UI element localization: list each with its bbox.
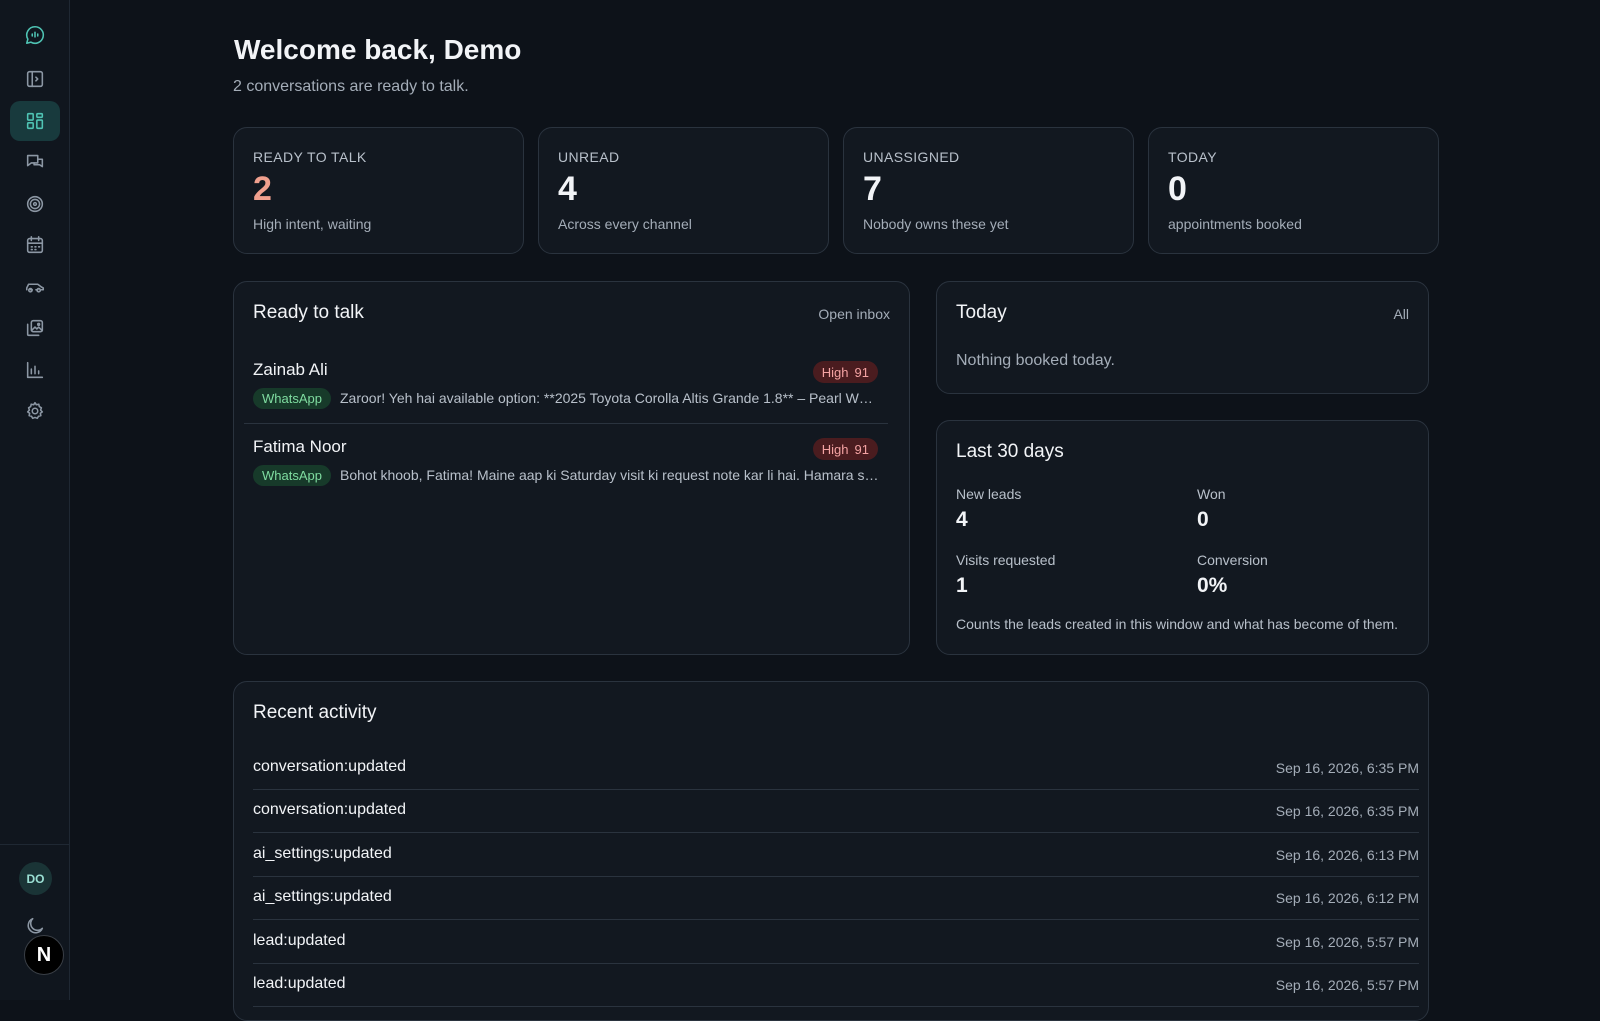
moon-icon[interactable] — [24, 915, 46, 937]
channel-badge: WhatsApp — [253, 465, 331, 486]
stat-description: Across every channel — [558, 216, 692, 232]
stat-value: 4 — [558, 170, 577, 208]
stat-label: TODAY — [1168, 149, 1217, 165]
metric-won: Won 0 — [1197, 486, 1226, 532]
view-all-link[interactable]: All — [1393, 306, 1409, 322]
page-title: Welcome back, Demo — [234, 34, 522, 65]
empty-state: Nothing booked today. — [956, 352, 1115, 369]
message-preview: Zaroor! Yeh hai available option: **2025… — [340, 390, 880, 406]
activity-row[interactable]: ai_settings:updated Sep 16, 2026, 6:12 P… — [253, 877, 1419, 920]
metric-label: Conversion — [1197, 552, 1268, 568]
stat-value: 7 — [863, 170, 882, 208]
calendar-icon — [26, 235, 44, 254]
sidebar-item-calendar[interactable] — [10, 225, 60, 265]
conversations-icon — [26, 154, 44, 168]
activity-row[interactable]: lead:updated Sep 16, 2026, 5:57 PM — [253, 964, 1419, 1007]
stat-card-unread[interactable]: UNREAD 4 Across every channel — [538, 127, 829, 254]
sidebar-item-media[interactable] — [10, 308, 60, 348]
stat-label: UNASSIGNED — [863, 149, 960, 165]
activity-event: ai_settings:updated — [253, 888, 392, 905]
avatar[interactable]: DO — [19, 862, 52, 895]
conversation-item[interactable]: Zainab Ali High 91 WhatsApp Zaroor! Yeh … — [244, 348, 888, 424]
priority-badge: High 91 — [812, 361, 878, 383]
stat-card-ready[interactable]: READY TO TALK 2 High intent, waiting — [233, 127, 524, 254]
metric-label: New leads — [956, 486, 1022, 502]
activity-event: conversation:updated — [253, 801, 406, 818]
channel-badge: WhatsApp — [253, 388, 331, 409]
message-preview: Bohot khoob, Fatima! Maine aap ki Saturd… — [340, 467, 880, 483]
activity-event: conversation:updated — [253, 758, 406, 775]
stat-value: 2 — [253, 170, 272, 208]
sidebar-item-leads[interactable] — [10, 184, 60, 224]
priority-label: High — [821, 364, 849, 380]
panel-title: Today — [956, 302, 1007, 323]
activity-row[interactable]: ai_settings:updated Sep 16, 2026, 6:13 P… — [253, 834, 1419, 877]
car-icon — [25, 283, 45, 293]
activity-row[interactable]: conversation:updated Sep 16, 2026, 6:35 … — [253, 747, 1419, 790]
metric-conversion: Conversion 0% — [1197, 552, 1268, 598]
sidebar-toggle-icon[interactable] — [10, 59, 60, 99]
activity-time: Sep 16, 2026, 5:57 PM — [1275, 934, 1419, 950]
last-30-days-panel: Last 30 days New leads 4 Won 0 Visits re… — [936, 420, 1429, 655]
metric-value: 4 — [956, 508, 968, 531]
activity-row[interactable]: conversation:updated Sep 16, 2026, 6:35 … — [253, 790, 1419, 833]
dev-tools-badge[interactable]: N — [24, 935, 64, 975]
activity-time: Sep 16, 2026, 6:13 PM — [1275, 847, 1419, 863]
stat-description: High intent, waiting — [253, 216, 372, 232]
ready-to-talk-panel: Ready to talk Open inbox Zainab Ali High… — [233, 281, 910, 655]
priority-score: 91 — [854, 364, 869, 380]
priority-score: 91 — [854, 441, 869, 457]
open-inbox-link[interactable]: Open inbox — [818, 306, 890, 322]
sidebar-item-inventory[interactable] — [10, 267, 60, 307]
panel-title: Ready to talk — [253, 302, 364, 323]
stat-card-unassigned[interactable]: UNASSIGNED 7 Nobody owns these yet — [843, 127, 1134, 254]
metric-value: 0 — [1197, 508, 1209, 531]
metric-new-leads: New leads 4 — [956, 486, 1021, 532]
metric-value: 1 — [956, 574, 968, 597]
stat-card-today[interactable]: TODAY 0 appointments booked — [1148, 127, 1439, 254]
metric-visits-requested: Visits requested 1 — [956, 552, 1055, 598]
activity-time: Sep 16, 2026, 6:12 PM — [1275, 890, 1419, 906]
today-panel: Today All Nothing booked today. — [936, 281, 1429, 394]
activity-time: Sep 16, 2026, 6:35 PM — [1275, 760, 1419, 776]
panel-title: Last 30 days — [956, 441, 1064, 462]
sidebar-item-settings[interactable] — [10, 391, 60, 431]
sidebar-item-analytics[interactable] — [10, 350, 60, 390]
contact-name: Fatima Noor — [253, 437, 347, 456]
page-subtitle: 2 conversations are ready to talk. — [233, 78, 469, 95]
main-content: Welcome back, Demo 2 conversations are r… — [70, 0, 1600, 1021]
recent-activity-panel: Recent activity conversation:updated Sep… — [233, 681, 1429, 1021]
activity-row[interactable]: lead:updated Sep 16, 2026, 5:57 PM — [253, 921, 1419, 964]
stat-value: 0 — [1168, 170, 1187, 208]
metric-label: Won — [1197, 486, 1226, 502]
activity-time: Sep 16, 2026, 5:57 PM — [1275, 977, 1419, 993]
stat-label: READY TO TALK — [253, 149, 367, 165]
panel-title: Recent activity — [253, 702, 377, 723]
metric-label: Visits requested — [956, 552, 1056, 568]
sidebar-item-conversations[interactable] — [10, 142, 60, 182]
activity-event: lead:updated — [253, 975, 346, 992]
metric-value: 0% — [1197, 574, 1228, 597]
sidebar: DO N — [0, 0, 70, 1000]
logo-chat-icon[interactable] — [10, 15, 60, 55]
priority-label: High — [821, 441, 849, 457]
priority-badge: High 91 — [812, 438, 878, 460]
stat-description: Nobody owns these yet — [863, 216, 1009, 232]
bar-chart-icon — [26, 361, 44, 379]
sidebar-item-dashboard[interactable] — [10, 101, 60, 141]
stat-label: UNREAD — [558, 149, 620, 165]
sidebar-footer: DO N — [0, 844, 70, 1000]
contact-name: Zainab Ali — [253, 360, 328, 379]
conversation-item[interactable]: Fatima Noor High 91 WhatsApp Bohot khoob… — [244, 425, 888, 501]
target-icon — [26, 195, 44, 213]
activity-time: Sep 16, 2026, 6:35 PM — [1275, 803, 1419, 819]
settings-gear-icon — [26, 401, 44, 420]
gallery-icon — [26, 319, 44, 337]
activity-event: lead:updated — [253, 932, 346, 949]
metrics-note: Counts the leads created in this window … — [956, 616, 1399, 632]
activity-event: ai_settings:updated — [253, 845, 392, 862]
stat-description: appointments booked — [1168, 216, 1302, 232]
dashboard-grid-icon — [26, 112, 44, 130]
